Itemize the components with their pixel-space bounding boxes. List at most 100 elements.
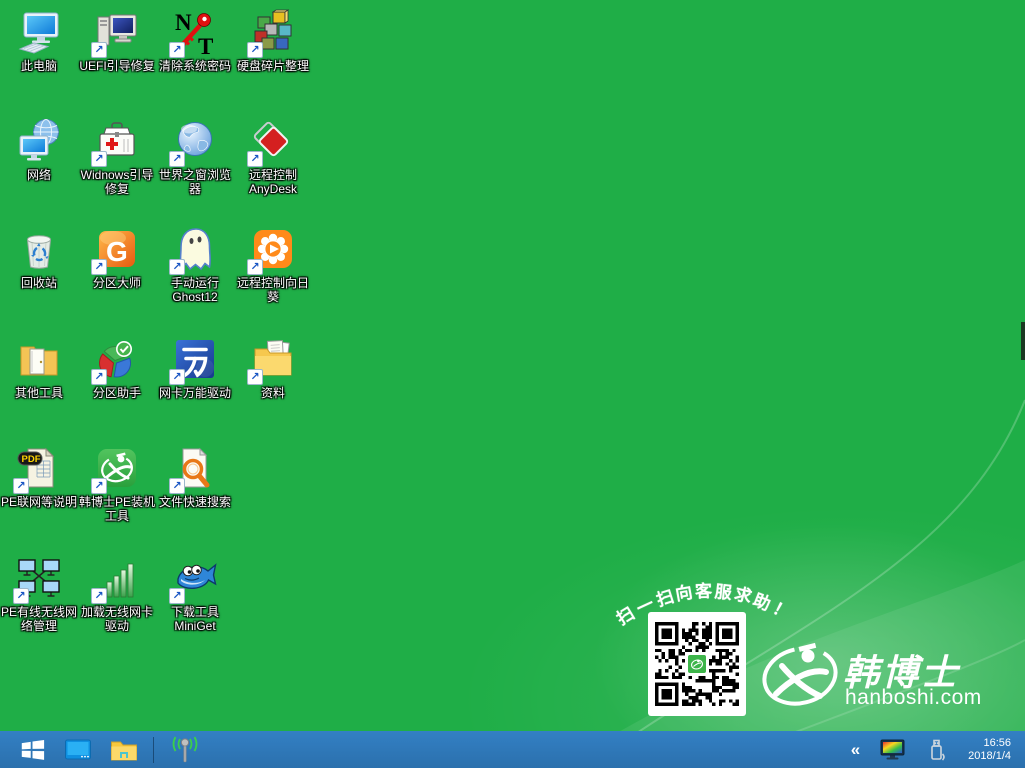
shortcut-arrow-icon: ↗ — [169, 151, 185, 167]
desktop-icon-label: 分区助手 — [93, 386, 141, 400]
wifi-driver-icon: ↗ — [93, 554, 141, 602]
desktop-icon-wifi-driver[interactable]: ↗ 加载无线网卡驱动 — [78, 554, 156, 633]
desktop-icon-partition-assistant[interactable]: ↗ 分区助手 — [78, 335, 156, 400]
qr-caption-char: ！ — [769, 594, 796, 624]
shortcut-arrow-icon: ↗ — [247, 369, 263, 385]
desktop-icon-network[interactable]: 网络 — [0, 117, 78, 182]
partition-assistant-icon: ↗ — [93, 335, 141, 383]
tray-expand-button[interactable]: « — [844, 731, 867, 768]
desktop-icon-label: 下载工具MiniGet — [156, 605, 234, 633]
shortcut-arrow-icon: ↗ — [91, 369, 107, 385]
shortcut-arrow-icon: ↗ — [91, 588, 107, 604]
desktop-icon-label: 硬盘碎片整理 — [237, 59, 309, 73]
wireless-tool-button[interactable] — [160, 731, 210, 768]
nic-universal-driver-icon: ↗ — [171, 335, 219, 383]
desktop-icon-label: 文件快速搜索 — [159, 495, 231, 509]
desktop-icon-recycle-bin[interactable]: 回收站 — [0, 225, 78, 290]
desktop-icon-clear-password[interactable]: N T ↗ 清除系统密码 — [156, 8, 234, 73]
display-icon — [880, 739, 905, 761]
desktop-icon-label: PE联网等说明 — [1, 495, 77, 509]
desktop-icon-label: 加载无线网卡驱动 — [78, 605, 156, 633]
svg-text:T: T — [198, 34, 213, 56]
desktop-icon-ghost[interactable]: ↗ 手动运行Ghost12 — [156, 225, 234, 304]
other-tools-icon — [15, 335, 63, 383]
start-button[interactable] — [10, 731, 55, 768]
shortcut-arrow-icon: ↗ — [169, 259, 185, 275]
partition-master-icon: G ↗ — [93, 225, 141, 273]
desktop-icon-label: 资料 — [261, 386, 285, 400]
desktop-icon-label: 手动运行Ghost12 — [156, 276, 234, 304]
sunflower-remote-icon: ↗ — [249, 225, 297, 273]
pdf-doc-icon: PDF ↗ — [15, 444, 63, 492]
desktop-icon-label: 网卡万能驱动 — [159, 386, 231, 400]
desktop-icon-partition-master[interactable]: G ↗ 分区大师 — [78, 225, 156, 290]
folder-icon — [110, 738, 138, 762]
desktop-icon-file-search[interactable]: ↗ 文件快速搜索 — [156, 444, 234, 509]
desktop-icon-files-folder[interactable]: ↗ 资料 — [234, 335, 312, 400]
desktop-icon-anydesk[interactable]: ↗ 远程控制AnyDesk — [234, 117, 312, 196]
desktop-icon-nic-universal-driver[interactable]: ↗ 网卡万能驱动 — [156, 335, 234, 400]
network-manager-icon: ↗ — [15, 554, 63, 602]
desktop-icon-label: 此电脑 — [21, 59, 57, 73]
desktop-icon-label: 世界之窗浏览器 — [156, 168, 234, 196]
desktop-icon-pdf-doc[interactable]: PDF ↗ PE联网等说明 — [0, 444, 78, 509]
desktop-icon-label: 韩博士PE装机工具 — [78, 495, 156, 523]
clock-time: 16:56 — [968, 737, 1011, 750]
desktop-icon-hanboshi-pe[interactable]: ↗ 韩博士PE装机工具 — [78, 444, 156, 523]
usb-eject-tray-button[interactable] — [918, 731, 958, 768]
display-settings-tray-button[interactable] — [871, 731, 914, 768]
shortcut-arrow-icon: ↗ — [91, 478, 107, 494]
qr-caption-char: 客 — [695, 577, 713, 603]
shortcut-arrow-icon: ↗ — [13, 478, 29, 494]
ghost-icon: ↗ — [171, 225, 219, 273]
windows-boot-fix-icon: ↗ — [93, 117, 141, 165]
qr-caption-char: 服 — [713, 577, 733, 604]
desktop-icon-miniget[interactable]: ↗ 下载工具MiniGet — [156, 554, 234, 633]
qr-caption-char: 扫 — [652, 582, 676, 611]
desktop-icon-label: UEFI引导修复 — [79, 59, 154, 73]
qr-caption-char: 向 — [673, 578, 694, 606]
desktop-icon-windows-boot-fix[interactable]: ↗ Widnows引导修复 — [78, 117, 156, 196]
recycle-bin-icon — [15, 225, 63, 273]
anydesk-icon: ↗ — [249, 117, 297, 165]
svg-text:N: N — [175, 10, 192, 35]
windows-logo-icon — [19, 737, 46, 762]
desktop-icon-label: 清除系统密码 — [159, 59, 231, 73]
taskbar-clock[interactable]: 16:56 2018/1/4 — [962, 737, 1019, 763]
desktop-icon-disk-defrag[interactable]: ↗ 硬盘碎片整理 — [234, 8, 312, 73]
shortcut-arrow-icon: ↗ — [91, 151, 107, 167]
desktop-icon-network-manager[interactable]: ↗ PE有线无线网络管理 — [0, 554, 78, 633]
shortcut-arrow-icon: ↗ — [91, 259, 107, 275]
desktop-icon-label: 其他工具 — [15, 386, 63, 400]
brand-domain: hanboshi.com — [845, 686, 982, 710]
support-qr-code — [648, 612, 746, 716]
clock-date: 2018/1/4 — [968, 750, 1011, 763]
desktop-app-button[interactable] — [55, 731, 101, 768]
shortcut-arrow-icon: ↗ — [169, 588, 185, 604]
clear-password-icon: N T ↗ — [171, 8, 219, 56]
shortcut-arrow-icon: ↗ — [169, 42, 185, 58]
file-explorer-button[interactable] — [101, 731, 147, 768]
svg-text:G: G — [106, 236, 128, 267]
hanboshi-logo-icon — [760, 632, 844, 721]
desktop-icon-other-tools[interactable]: 其他工具 — [0, 335, 78, 400]
desktop-icon-world-browser[interactable]: ↗ 世界之窗浏览器 — [156, 117, 234, 196]
hanboshi-pe-icon: ↗ — [93, 444, 141, 492]
desktop-icon-label: 回收站 — [21, 276, 57, 290]
antenna-signal-icon — [169, 736, 201, 764]
hidden-panel-handle[interactable] — [1021, 322, 1025, 360]
desktop-icon-sunflower-remote[interactable]: ↗ 远程控制向日葵 — [234, 225, 312, 304]
this-pc-icon — [15, 8, 63, 56]
taskbar: « 1 — [0, 731, 1025, 768]
taskbar-separator — [153, 737, 154, 763]
qr-center-logo-icon — [686, 653, 708, 675]
desktop-window-icon — [64, 738, 92, 762]
file-search-icon: ↗ — [171, 444, 219, 492]
shortcut-arrow-icon: ↗ — [247, 42, 263, 58]
usb-drive-icon — [927, 738, 949, 762]
desktop-icon-uefi-boot-fix[interactable]: ↗ UEFI引导修复 — [78, 8, 156, 73]
desktop-icon-label: 远程控制AnyDesk — [234, 168, 312, 196]
svg-text:PDF: PDF — [22, 454, 41, 465]
desktop-icon-this-pc[interactable]: 此电脑 — [0, 8, 78, 73]
network-icon — [15, 117, 63, 165]
